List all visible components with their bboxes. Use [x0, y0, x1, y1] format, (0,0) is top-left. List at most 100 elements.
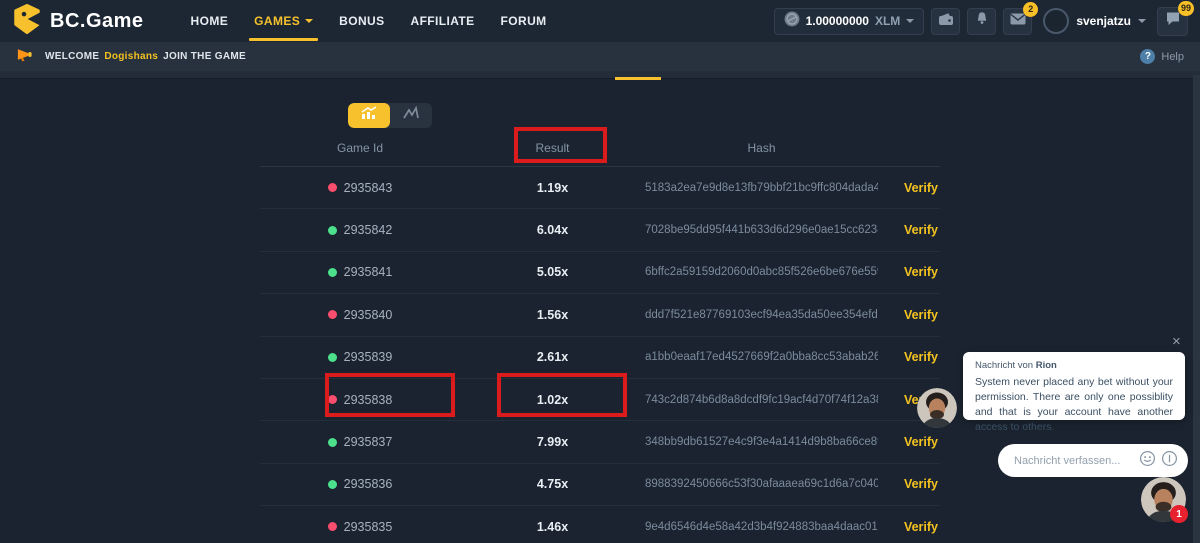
chat-badge: 99	[1178, 1, 1194, 16]
result-cell: 1.02x	[460, 393, 645, 407]
emoji-icon[interactable]	[1139, 450, 1156, 472]
table-body: 2935843 1.19x 5183a2ea7e9d8e13fb79bbf21b…	[260, 167, 940, 543]
nav-forum[interactable]: FORUM	[488, 0, 560, 42]
status-dot	[328, 183, 337, 192]
game-id: 2935841	[344, 265, 393, 279]
chat-toggle-button[interactable]: 99	[1157, 7, 1188, 36]
balance-amount: 1.00000000	[806, 14, 869, 28]
user-menu[interactable]: svenjatzu	[1043, 8, 1146, 34]
chevron-down-icon	[305, 19, 313, 23]
help-label: Help	[1161, 51, 1184, 63]
hash-cell: 9e4d6546d4e58a42d3b4f924883baa4daac019ce…	[645, 521, 878, 533]
game-id: 2935842	[344, 223, 393, 237]
table-row: 2935839 2.61x a1bb0eaaf17ed4527669f2a0bb…	[260, 337, 940, 379]
game-id: 2935838	[344, 393, 393, 407]
status-dot	[328, 226, 337, 235]
table-row: 2935836 4.75x 8988392450666c53f30afaaaea…	[260, 464, 940, 506]
table-row: 2935841 5.05x 6bffc2a59159d2060d0abc85f5…	[260, 252, 940, 294]
bcgame-logo-icon	[12, 4, 42, 39]
status-dot	[328, 438, 337, 447]
chevron-down-icon	[1138, 19, 1146, 23]
help-button[interactable]: ? Help	[1140, 49, 1184, 64]
nav-bonus[interactable]: BONUS	[326, 0, 397, 42]
column-result: Result	[460, 141, 645, 155]
nav-affiliate[interactable]: AFFILIATE	[398, 0, 488, 42]
verify-link[interactable]: Verify	[878, 477, 940, 491]
table-row: 2935842 6.04x 7028be95dd95f441b633d6d296…	[260, 209, 940, 251]
game-id-cell: 2935842	[260, 223, 460, 237]
verify-link[interactable]: Verify	[878, 350, 940, 364]
game-id-cell: 2935837	[260, 435, 460, 449]
chat-message-title: Nachricht von Rion	[975, 360, 1173, 371]
status-dot	[328, 522, 337, 531]
chat-input[interactable]	[1014, 455, 1139, 467]
brand-logo[interactable]: BC.Game	[12, 4, 144, 39]
result-cell: 7.99x	[460, 435, 645, 449]
user-avatar	[1043, 8, 1069, 34]
bar-chart-icon	[359, 106, 379, 126]
hash-cell: 8988392450666c53f30afaaaea69c1d6a7c0407e…	[645, 478, 878, 490]
game-id: 2935837	[344, 435, 393, 449]
chat-unread-badge: 1	[1170, 505, 1188, 523]
hash-cell: a1bb0eaaf17ed4527669f2a0bba8cc53abab26c6…	[645, 351, 878, 363]
game-id: 2935835	[344, 520, 393, 534]
hash-cell: 6bffc2a59159d2060d0abc85f526e6be676e5590…	[645, 266, 878, 278]
game-id-cell: 2935835	[260, 520, 460, 534]
bar-chart-toggle[interactable]	[348, 103, 390, 128]
result-cell: 1.19x	[460, 181, 645, 195]
line-chart-toggle[interactable]	[390, 103, 432, 128]
info-icon[interactable]	[1161, 450, 1178, 472]
column-game-id: Game Id	[260, 141, 460, 155]
status-dot	[328, 395, 337, 404]
result-cell: 1.46x	[460, 520, 645, 534]
status-dot	[328, 268, 337, 277]
announcement-username: Dogishans	[104, 51, 158, 62]
modal-header-band	[0, 71, 1200, 79]
result-cell: 5.05x	[460, 265, 645, 279]
verify-link[interactable]: Verify	[878, 308, 940, 322]
game-id-cell: 2935843	[260, 181, 460, 195]
verify-link[interactable]: Verify	[878, 223, 940, 237]
messages-button[interactable]: 2	[1003, 8, 1032, 35]
game-id-cell: 2935841	[260, 265, 460, 279]
coin-icon	[784, 11, 800, 32]
game-id: 2935839	[344, 350, 393, 364]
verify-link[interactable]: Verify	[878, 435, 940, 449]
column-hash: Hash	[645, 141, 878, 155]
username: svenjatzu	[1076, 14, 1131, 28]
line-chart-icon	[402, 106, 420, 125]
wallet-button[interactable]	[931, 8, 960, 35]
game-id-cell: 2935838	[260, 393, 460, 407]
chat-input-container	[998, 444, 1188, 477]
scrollbar[interactable]	[1193, 75, 1200, 543]
bell-icon	[975, 11, 989, 31]
verify-link[interactable]: Verify	[878, 520, 940, 534]
verify-link[interactable]: Verify	[878, 265, 940, 279]
status-dot	[328, 480, 337, 489]
game-id: 2935840	[344, 308, 393, 322]
game-id-cell: 2935839	[260, 350, 460, 364]
nav-games[interactable]: GAMES	[241, 0, 326, 42]
table-row: 2935837 7.99x 348bb9db61527e4c9f3e4a1414…	[260, 421, 940, 463]
result-cell: 4.75x	[460, 477, 645, 491]
megaphone-icon	[16, 47, 33, 67]
wallet-icon	[938, 12, 954, 31]
brand-name: BC.Game	[50, 10, 144, 33]
nav-home[interactable]: HOME	[178, 0, 242, 42]
table-row: 2935838 1.02x 743c2d874b6d8a8dcdf9fc19ac…	[260, 379, 940, 421]
game-id-cell: 2935840	[260, 308, 460, 322]
balance-currency: XLM	[875, 14, 900, 28]
chat-message-card: Nachricht von Rion System never placed a…	[963, 352, 1185, 420]
announcement-suffix: JOIN THE GAME	[163, 51, 246, 62]
announcement-text: WELCOME Dogishans JOIN THE GAME	[45, 51, 246, 62]
verify-link[interactable]: Verify	[878, 181, 940, 195]
question-icon: ?	[1140, 49, 1155, 64]
notifications-button[interactable]	[967, 8, 996, 35]
hash-cell: 348bb9db61527e4c9f3e4a1414d9b8ba66ce8970…	[645, 436, 878, 448]
balance-selector[interactable]: 1.00000000 XLM	[774, 8, 925, 35]
active-tab-indicator	[615, 77, 661, 80]
table-row: 2935840 1.56x ddd7f521e87769103ecf94ea35…	[260, 294, 940, 336]
result-cell: 1.56x	[460, 308, 645, 322]
sender-avatar	[917, 388, 957, 428]
close-icon[interactable]: ×	[1172, 334, 1181, 349]
